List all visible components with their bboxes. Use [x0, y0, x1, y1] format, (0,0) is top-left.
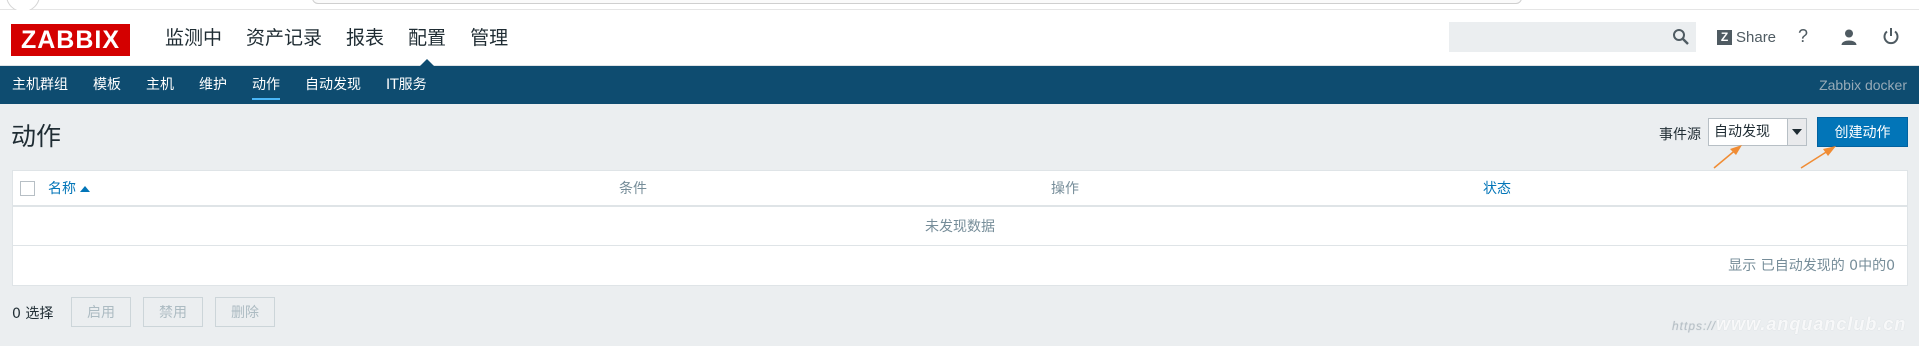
- menu-item-configuration[interactable]: 配置: [398, 10, 456, 67]
- menu-item-inventory[interactable]: 资产记录: [236, 10, 332, 66]
- menu-item-reports[interactable]: 报表: [336, 10, 394, 66]
- subnav-item-hosts[interactable]: 主机: [146, 66, 174, 104]
- table-header: 名称 条件 操作 状态: [13, 171, 1907, 207]
- search-input[interactable]: [1449, 22, 1696, 52]
- chevron-down-icon[interactable]: [1787, 119, 1806, 145]
- page-title: 动作: [11, 122, 62, 151]
- top-navigation: ZABBIX 监测中 资产记录 报表 配置 管理 Z Share ?: [0, 10, 1919, 67]
- main-menu: 监测中 资产记录 报表 配置 管理: [155, 10, 522, 67]
- annotation-arrow-create: [1800, 146, 1836, 169]
- sub-navigation: 主机群组 模板 主机 维护 动作 自动发现 IT服务 Zabbix docker: [0, 66, 1919, 104]
- empty-message: 未发现数据: [13, 209, 1907, 246]
- event-source-value: 自动发现: [1714, 124, 1770, 140]
- server-name: Zabbix docker: [1819, 77, 1907, 93]
- disable-button[interactable]: 禁用: [143, 297, 203, 327]
- delete-button[interactable]: 删除: [215, 297, 275, 327]
- zabbix-logo[interactable]: ZABBIX: [11, 24, 130, 56]
- sign-out-icon[interactable]: [1882, 27, 1900, 45]
- subnav-item-actions[interactable]: 动作: [252, 66, 280, 104]
- watermark: https://www.anquanclub.cn: [1672, 314, 1907, 334]
- user-profile-icon[interactable]: [1840, 28, 1858, 46]
- table-stats: 显示 已自动发现的 0中的0: [1728, 258, 1895, 274]
- subnav-item-maintenance[interactable]: 维护: [199, 66, 227, 104]
- create-action-button[interactable]: 创建动作: [1817, 117, 1908, 147]
- selected-count: 0 选择: [12, 306, 54, 322]
- select-all-checkbox[interactable]: [20, 181, 35, 196]
- browser-chrome: [0, 0, 1919, 12]
- menu-item-administration[interactable]: 管理: [460, 10, 518, 66]
- sort-asc-icon: [80, 186, 90, 192]
- share-label: Share: [1736, 28, 1777, 46]
- column-name[interactable]: 名称: [48, 171, 90, 207]
- event-source-label: 事件源: [1659, 127, 1701, 143]
- actions-table: 名称 条件 操作 状态 未发现数据 显示 已自动发现的 0中的0: [12, 170, 1908, 286]
- subnav-item-it-services[interactable]: IT服务: [386, 66, 427, 104]
- subnav-item-host-groups[interactable]: 主机群组: [12, 66, 68, 104]
- browser-address-bar[interactable]: [312, 0, 1522, 4]
- column-operations: 操作: [1051, 181, 1079, 197]
- column-conditions: 条件: [619, 181, 647, 197]
- search-icon[interactable]: [1672, 28, 1690, 46]
- event-source-select[interactable]: 自动发现: [1708, 118, 1807, 146]
- share-logo-icon: Z: [1717, 29, 1732, 45]
- menu-item-monitoring[interactable]: 监测中: [155, 10, 232, 66]
- annotation-arrow-select: [1713, 145, 1742, 169]
- enable-button[interactable]: 启用: [71, 297, 131, 327]
- subnav-item-discovery[interactable]: 自动发现: [305, 66, 361, 104]
- subnav-item-templates[interactable]: 模板: [93, 66, 121, 104]
- help-icon[interactable]: ?: [1798, 26, 1808, 47]
- share-button[interactable]: Z Share: [1717, 26, 1776, 48]
- column-status[interactable]: 状态: [1483, 171, 1511, 207]
